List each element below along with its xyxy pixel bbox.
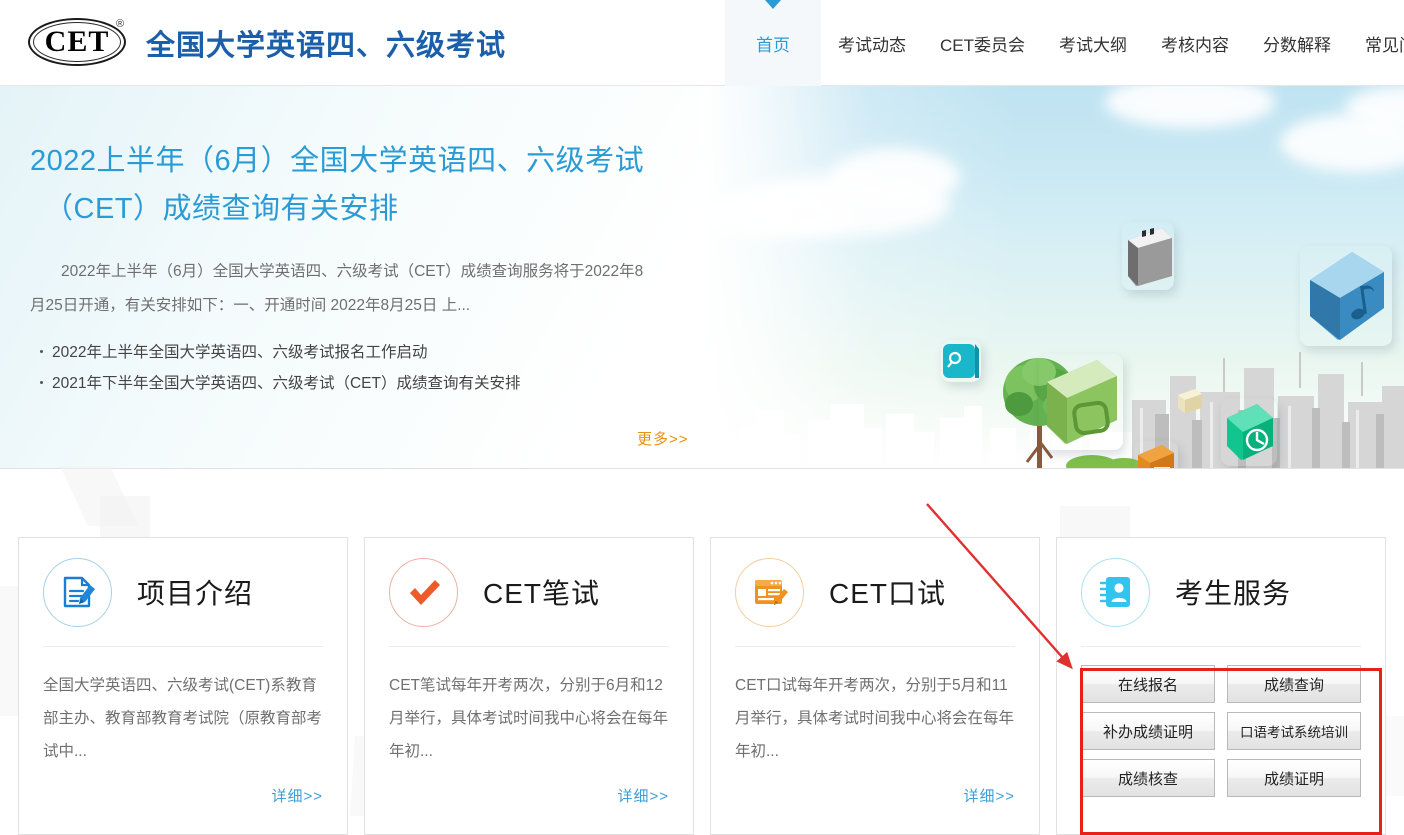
nav-item-label: 常见问题 <box>1365 31 1404 56</box>
site-header: CET ® 全国大学英语四、六级考试 首页 考试动态 CET委员会 考试大纲 考… <box>0 0 1404 86</box>
card-title: CET口试 <box>829 572 946 612</box>
main-navigation: 首页 考试动态 CET委员会 考试大纲 考核内容 分数解释 常见问题 <box>725 0 1404 86</box>
service-button-score-verification[interactable]: 成绩核查 <box>1081 759 1215 797</box>
card-description: 全国大学英语四、六级考试(CET)系教育部主办、教育部教育考试院（原教育部考试中… <box>43 669 323 768</box>
banner-text-panel: 2022上半年（6月）全国大学英语四、六级考试 （CET）成绩查询有关安排 20… <box>0 86 720 449</box>
cube-emerald-icon <box>1221 398 1277 466</box>
nav-item-syllabus[interactable]: 考试大纲 <box>1042 0 1144 86</box>
brand-title: 全国大学英语四、六级考试 <box>146 22 506 64</box>
card-description: CET笔试每年开考两次，分别于6月和12月举行，具体考试时间我中心将会在每年年初… <box>389 669 669 768</box>
feature-cards: 项目介绍 全国大学英语四、六级考试(CET)系教育部主办、教育部教育考试院（原教… <box>0 537 1404 835</box>
card-cet-oral[interactable]: CET口试 CET口试每年开考两次，分别于5月和11月举行，具体考试时间我中心将… <box>710 537 1040 835</box>
address-book-icon <box>1081 558 1150 627</box>
banner-summary: 2022年上半年（6月）全国大学英语四、六级考试（CET）成绩查询服务将于202… <box>30 255 644 323</box>
cube-blue-music-icon <box>1300 246 1392 346</box>
page-root: CET ® 全国大学英语四、六级考试 首页 考试动态 CET委员会 考试大纲 考… <box>0 0 1404 835</box>
hero-banner: 2022上半年（6月）全国大学英语四、六级考试 （CET）成绩查询有关安排 20… <box>0 86 1404 469</box>
detail-link[interactable]: 详细>> <box>735 780 1015 813</box>
service-button-online-registration[interactable]: 在线报名 <box>1081 665 1215 703</box>
nav-item-cet-committee[interactable]: CET委员会 <box>923 0 1042 86</box>
cube-piano-icon <box>1122 222 1174 290</box>
brand[interactable]: CET ® 全国大学英语四、六级考试 <box>28 16 506 70</box>
nav-item-faq[interactable]: 常见问题 <box>1348 0 1404 86</box>
banner-news-list: 2022年上半年全国大学英语四、六级考试报名工作启动 2021年下半年全国大学英… <box>30 337 720 399</box>
cube-orange-icon <box>1134 441 1178 468</box>
service-button-grid: 在线报名 成绩查询 补办成绩证明 口语考试系统培训 成绩核查 成绩证明 <box>1081 647 1361 797</box>
card-header: 项目介绍 <box>43 538 323 647</box>
service-button-oral-exam-system-training[interactable]: 口语考试系统培训 <box>1227 712 1361 750</box>
nav-item-label: 考试大纲 <box>1059 31 1127 56</box>
card-description: CET口试每年开考两次，分别于5月和11月举行，具体考试时间我中心将会在每年年初… <box>735 669 1015 768</box>
card-title: CET笔试 <box>483 572 600 612</box>
more-link[interactable]: 更多>> <box>637 428 689 449</box>
exam-paper-pen-icon <box>735 558 804 627</box>
card-body: CET笔试每年开考两次，分别于6月和12月举行，具体考试时间我中心将会在每年年初… <box>389 647 669 813</box>
service-button-score-query[interactable]: 成绩查询 <box>1227 665 1361 703</box>
document-pen-icon <box>43 558 112 627</box>
cube-cream-icon <box>1175 386 1205 416</box>
nav-item-exam-news[interactable]: 考试动态 <box>821 0 923 86</box>
cube-teal-icon <box>941 340 981 382</box>
chevron-down-icon <box>765 0 781 9</box>
nav-item-score-explanation[interactable]: 分数解释 <box>1246 0 1348 86</box>
card-header: CET笔试 <box>389 538 669 647</box>
nav-item-label: 考试动态 <box>838 31 906 56</box>
card-body: 全国大学英语四、六级考试(CET)系教育部主办、教育部教育考试院（原教育部考试中… <box>43 647 323 813</box>
cet-logo-text: CET <box>28 18 126 66</box>
nav-item-label: CET委员会 <box>940 31 1025 56</box>
banner-headline-line1: 2022上半年（6月）全国大学英语四、六级考试 <box>30 145 644 177</box>
card-title: 项目介绍 <box>137 572 253 612</box>
check-mark-icon <box>389 558 458 627</box>
detail-link[interactable]: 详细>> <box>389 780 669 813</box>
card-header: 考生服务 <box>1081 538 1361 647</box>
nav-item-label: 考核内容 <box>1161 31 1229 56</box>
card-title: 考生服务 <box>1175 572 1291 612</box>
nav-item-label: 首页 <box>756 31 790 56</box>
card-project-intro[interactable]: 项目介绍 全国大学英语四、六级考试(CET)系教育部主办、教育部教育考试院（原教… <box>18 537 348 835</box>
banner-headline-line2: （CET）成绩查询有关安排 <box>30 185 720 233</box>
cet-logo-icon: CET ® <box>28 16 136 70</box>
banner-headline[interactable]: 2022上半年（6月）全国大学英语四、六级考试 （CET）成绩查询有关安排 <box>30 137 720 233</box>
service-button-score-certificate[interactable]: 成绩证明 <box>1227 759 1361 797</box>
card-candidate-services[interactable]: 考生服务 在线报名 成绩查询 补办成绩证明 口语考试系统培训 成绩核查 成绩证明 <box>1056 537 1386 835</box>
card-body: CET口试每年开考两次，分别于5月和11月举行，具体考试时间我中心将会在每年年初… <box>735 647 1015 813</box>
nav-item-label: 分数解释 <box>1263 31 1331 56</box>
card-cet-written[interactable]: CET笔试 CET笔试每年开考两次，分别于6月和12月举行，具体考试时间我中心将… <box>364 537 694 835</box>
cube-green-icon <box>1039 354 1123 450</box>
nav-item-home[interactable]: 首页 <box>725 0 821 86</box>
list-item[interactable]: 2021年下半年全国大学英语四、六级考试（CET）成绩查询有关安排 <box>30 368 720 399</box>
list-item[interactable]: 2022年上半年全国大学英语四、六级考试报名工作启动 <box>30 337 720 368</box>
registered-trademark-icon: ® <box>116 18 124 30</box>
nav-item-assessment-content[interactable]: 考核内容 <box>1144 0 1246 86</box>
detail-link[interactable]: 详细>> <box>43 780 323 813</box>
service-button-reissue-score-certificate[interactable]: 补办成绩证明 <box>1081 712 1215 750</box>
banner-illustration <box>700 86 1404 468</box>
card-header: CET口试 <box>735 538 1015 647</box>
